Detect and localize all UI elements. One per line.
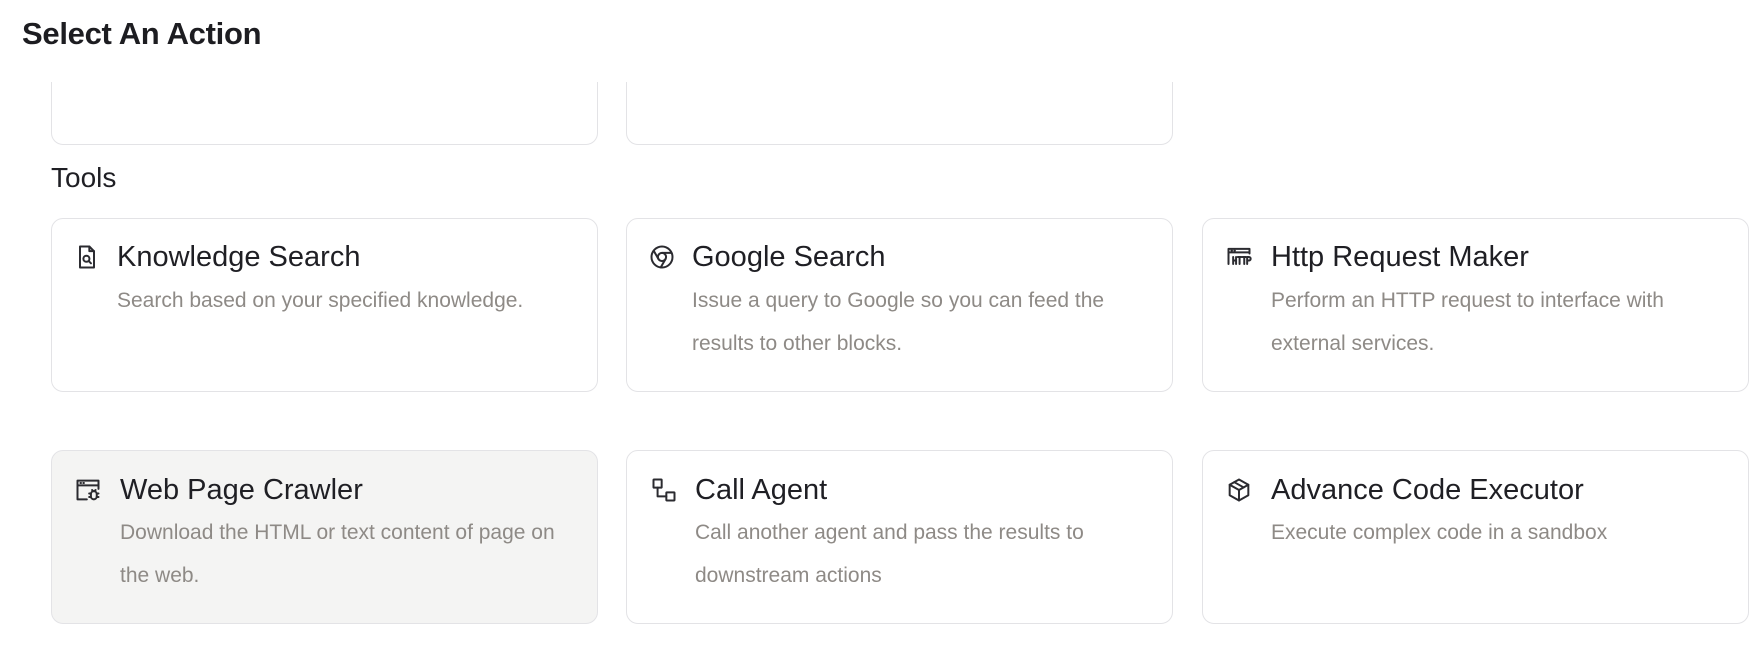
action-card-knowledge-search[interactable]: Knowledge Search Search based on your sp… (51, 218, 598, 392)
action-card-title: Google Search (692, 241, 886, 273)
previous-action-card-1[interactable]: actions. (51, 82, 598, 145)
browser-bug-icon (74, 476, 102, 504)
action-card-http-request-maker[interactable]: Http Request Maker Perform an HTTP reque… (1202, 218, 1749, 392)
action-card-advance-code-executor[interactable]: Advance Code Executor Execute complex co… (1202, 450, 1749, 624)
action-card-title: Advance Code Executor (1271, 474, 1584, 506)
document-search-icon (73, 243, 101, 271)
action-card-title: Web Page Crawler (120, 474, 363, 506)
connected-squares-icon (650, 476, 678, 504)
action-card-description: Perform an HTTP request to interface wit… (1271, 289, 1664, 355)
action-card-web-page-crawler[interactable]: Web Page Crawler Download the HTML or te… (51, 450, 598, 624)
action-card-description: Search based on your specified knowledge… (117, 289, 524, 312)
chrome-icon (648, 243, 676, 271)
action-card-google-search[interactable]: Google Search Issue a query to Google so… (626, 218, 1173, 392)
action-card-title: Knowledge Search (117, 241, 361, 273)
action-card-call-agent[interactable]: Call Agent Call another agent and pass t… (626, 450, 1173, 624)
actions-scroll-area[interactable]: actions. Tools Knowledge Search Search b… (0, 82, 1756, 672)
action-card-title: Http Request Maker (1271, 241, 1529, 273)
previous-action-card-description: actions. (121, 82, 193, 93)
action-card-description: Execute complex code in a sandbox (1271, 521, 1608, 544)
cube-icon (1225, 476, 1253, 504)
action-card-description: Call another agent and pass the results … (695, 521, 1084, 587)
tools-section-label: Tools (51, 162, 117, 193)
previous-action-card-2[interactable] (626, 82, 1173, 145)
action-card-description: Issue a query to Google so you can feed … (692, 289, 1105, 355)
http-window-icon (1225, 243, 1253, 271)
action-card-description: Download the HTML or text content of pag… (120, 521, 555, 587)
dialog-title: Select An Action (22, 16, 262, 51)
action-card-title: Call Agent (695, 474, 828, 506)
